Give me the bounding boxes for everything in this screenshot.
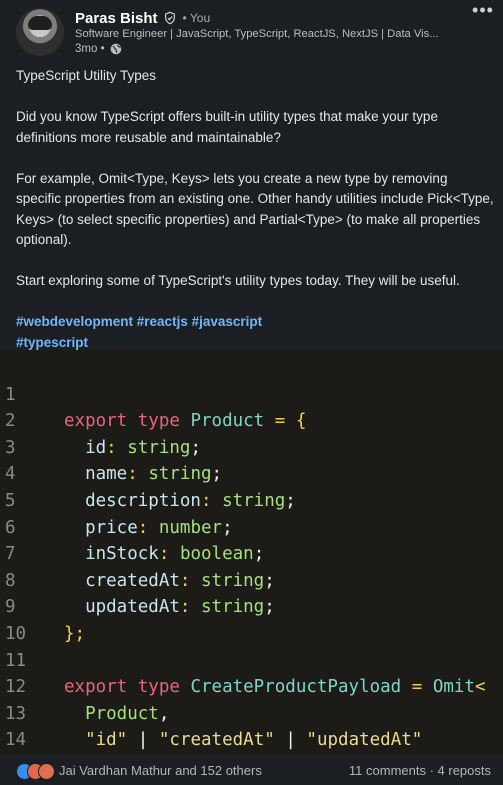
code-type: string <box>201 597 265 618</box>
code-line: 6 inStock: boolean; <box>0 488 264 565</box>
hashtags-line-1[interactable]: #webdevelopment #reactjs #javascript <box>16 312 494 333</box>
post-body: TypeScript Utility Types Did you know Ty… <box>16 66 494 353</box>
code-property: description <box>85 490 201 511</box>
code-line: 10 <box>0 594 42 644</box>
code-property: inStock <box>85 544 159 565</box>
code-type: string <box>148 464 212 485</box>
code-line: 15 <box>0 727 42 754</box>
comments-reposts-count[interactable]: 11 comments · 4 reposts <box>349 763 491 778</box>
code-property: name <box>85 464 128 485</box>
code-line: 11 export type CreateProductPayload = Om… <box>0 621 486 698</box>
globe-icon <box>110 43 121 55</box>
reaction-icons[interactable] <box>16 762 56 780</box>
code-keyword: type <box>137 411 180 432</box>
code-type: string <box>127 437 191 458</box>
code-line: 7 createdAt: string; <box>0 515 275 591</box>
post-paragraph-2: For example, Omit<Type, Keys> lets you c… <box>16 170 494 248</box>
code-line: 5 price: number; <box>0 461 233 538</box>
code-line: 2 id: string; <box>0 382 201 458</box>
you-label: • You <box>182 11 211 25</box>
post-meta: 3mo • <box>75 43 122 55</box>
social-counts-bar: Jai Vardhan Mathur and 152 others 11 com… <box>0 756 503 785</box>
code-operator: = <box>274 411 286 432</box>
post-time: 3mo • <box>75 43 105 55</box>
code-generic: Omit <box>432 677 475 698</box>
code-operator: < <box>474 677 486 698</box>
code-type: Product <box>85 703 159 724</box>
code-brace: { <box>295 411 307 432</box>
author-headline: Software Engineer | JavaScript, TypeScri… <box>75 28 439 40</box>
code-keyword: export <box>64 411 128 432</box>
post-header: Paras Bisht • You Software Engineer | Ja… <box>0 0 503 62</box>
code-property: createdAt <box>85 570 180 591</box>
code-type: string <box>201 570 265 591</box>
verified-icon <box>164 11 175 25</box>
code-type: string <box>222 490 286 511</box>
code-operator: = <box>411 677 423 698</box>
code-closing-brace: }; <box>64 623 86 644</box>
code-line: 12 Product, <box>0 648 169 724</box>
code-pipe: | <box>285 730 296 751</box>
code-property: updatedAt <box>85 597 180 618</box>
post-paragraph-1: Did you know TypeScript offers built-in … <box>16 109 438 145</box>
avatar[interactable] <box>16 8 64 56</box>
code-string: "createdAt" <box>158 730 275 751</box>
code-keyword: type <box>137 677 180 698</box>
code-line: 14 >; <box>0 701 42 750</box>
love-reaction-icon <box>38 762 55 780</box>
code-line: 4 description: string; <box>0 435 296 511</box>
code-property: price <box>85 517 138 538</box>
line-number: 15 <box>5 754 35 755</box>
code-line: 8 updatedAt: string; <box>0 541 275 618</box>
code-type-name: Product <box>190 411 265 432</box>
code-string: "updatedAt" <box>306 730 423 751</box>
post-paragraph-3: Start exploring some of TypeScript's uti… <box>16 273 460 288</box>
code-line: 1 export type Product = { <box>0 355 306 432</box>
post-title: TypeScript Utility Types <box>16 68 157 83</box>
code-type: boolean <box>179 544 254 565</box>
code-type-name: CreateProductPayload <box>190 677 402 698</box>
author-name[interactable]: Paras Bisht <box>75 10 158 27</box>
code-line: 9 }; <box>0 568 85 644</box>
code-line: 3 name: string; <box>0 408 222 485</box>
code-image[interactable]: 1 export type Product = { 2 id: string; … <box>0 350 503 755</box>
code-type: number <box>158 517 223 538</box>
code-pipe: | <box>137 730 149 751</box>
code-string: "id" <box>85 730 128 751</box>
more-options-icon[interactable]: ••• <box>470 1 496 22</box>
code-punct: , <box>158 703 170 724</box>
code-property: id <box>85 437 107 458</box>
code-keyword: export <box>64 677 128 698</box>
author-name-row: Paras Bisht • You <box>75 9 210 27</box>
reactions-text[interactable]: Jai Vardhan Mathur and 152 others <box>59 763 262 778</box>
code-line: 13 "id" | "createdAt" | "updatedAt" <box>0 674 422 751</box>
